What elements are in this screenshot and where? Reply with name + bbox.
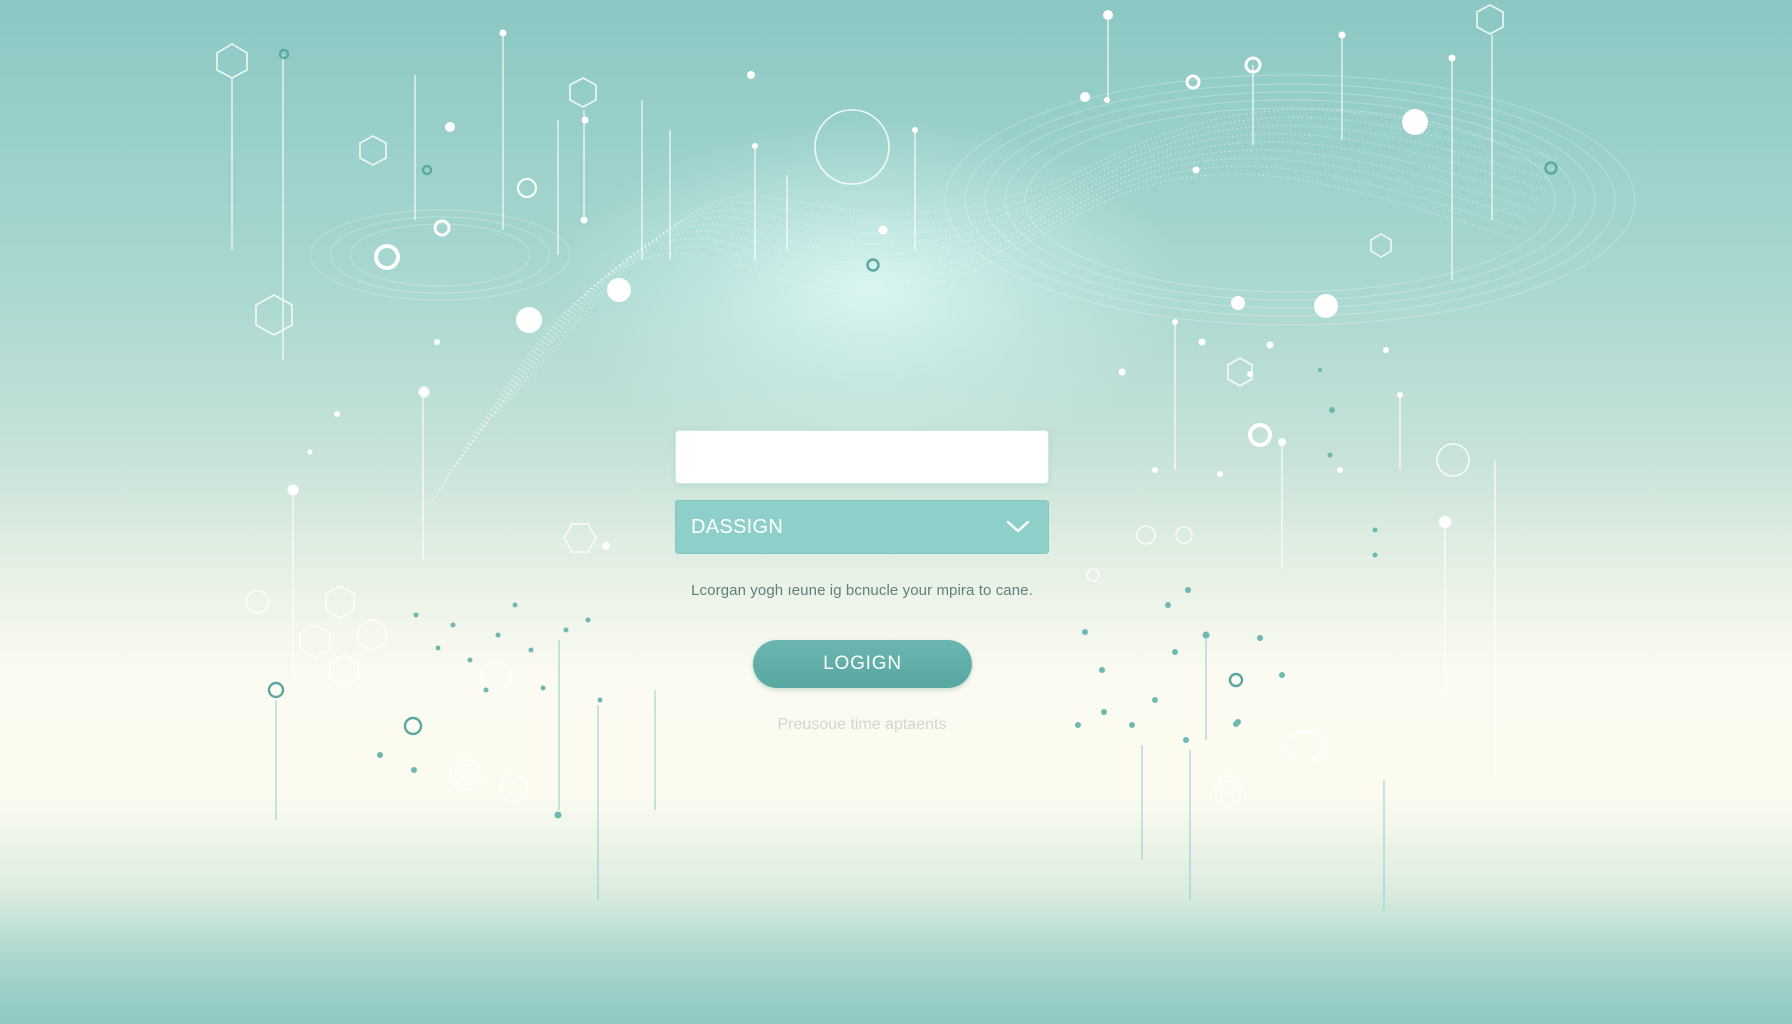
- role-select[interactable]: DASSIGN: [675, 500, 1049, 554]
- chevron-down-icon: [1006, 520, 1030, 534]
- background-glow: [560, 120, 1180, 460]
- login-button[interactable]: LOGIGN: [753, 640, 972, 688]
- helper-text: Lcorgan yogh ıeune ig bcnucle your mpira…: [691, 582, 1033, 599]
- footer-link[interactable]: Preusoue time aptaents: [700, 716, 1024, 734]
- username-input[interactable]: [675, 430, 1049, 484]
- node-rings: [374, 56, 1272, 447]
- select-value: DASSIGN: [691, 515, 784, 538]
